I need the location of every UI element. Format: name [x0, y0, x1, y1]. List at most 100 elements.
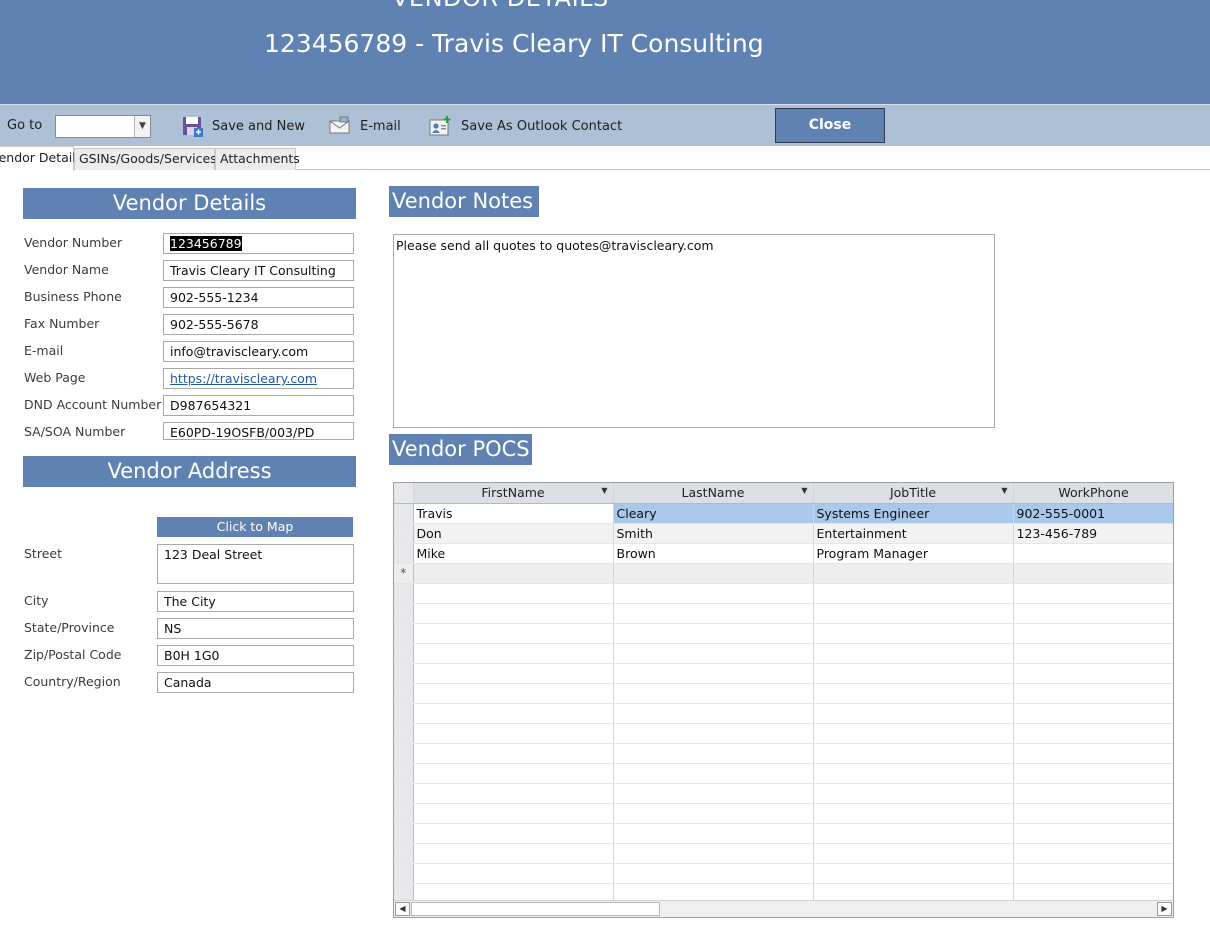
empty-cell: [613, 723, 814, 744]
empty-row: [394, 763, 1173, 784]
table-cell[interactable]: Don: [413, 523, 614, 544]
scroll-left-icon[interactable]: ◀: [395, 902, 410, 916]
table-cell[interactable]: 123-456-789: [1013, 523, 1173, 544]
vendor-details-heading: Vendor Details: [23, 188, 356, 219]
table-cell[interactable]: Entertainment: [813, 523, 1014, 544]
pocs-table: FirstName ▼ LastName ▼ JobTitle ▼ WorkPhone…: [394, 483, 1173, 901]
scrollbar-thumb[interactable]: [411, 902, 660, 916]
column-filter-icon[interactable]: ▼: [601, 486, 607, 495]
close-button[interactable]: Close: [775, 108, 885, 143]
table-cell[interactable]: Systems Engineer: [813, 503, 1014, 524]
row-selector-empty: [394, 623, 414, 644]
table-cell[interactable]: [1013, 543, 1173, 564]
fax-number-field[interactable]: 902-555-5678: [163, 314, 354, 335]
vendor-number-field[interactable]: 123456789: [163, 233, 354, 254]
tab-attachments[interactable]: Attachments: [215, 148, 300, 170]
scroll-right-icon[interactable]: ▶: [1157, 902, 1172, 916]
dnd-account-number-field[interactable]: D987654321: [163, 395, 354, 416]
empty-cell: [413, 843, 614, 864]
column-filter-icon[interactable]: ▼: [801, 486, 807, 495]
empty-cell: [613, 763, 814, 784]
empty-cell: [813, 763, 1014, 784]
empty-cell: [1013, 783, 1173, 804]
empty-row: [394, 783, 1173, 804]
email-icon: [329, 116, 350, 134]
click-to-map-button[interactable]: Click to Map: [157, 517, 353, 537]
table-row[interactable]: Don Smith Entertainment 123-456-789: [394, 523, 1173, 544]
empty-cell: [613, 863, 814, 884]
empty-cell: [1013, 763, 1173, 784]
empty-cell: [813, 663, 1014, 684]
empty-cell: [813, 603, 1014, 624]
state-province-field[interactable]: NS: [157, 618, 354, 639]
table-cell[interactable]: 902-555-0001: [1013, 503, 1173, 524]
empty-cell: [1013, 883, 1173, 901]
table-cell[interactable]: [413, 563, 614, 584]
city-field[interactable]: The City: [157, 591, 354, 612]
empty-cell: [1013, 663, 1173, 684]
row-selector-empty: [394, 843, 414, 864]
table-cell[interactable]: [613, 563, 814, 584]
save-as-outlook-contact-label: Save As Outlook Contact: [461, 118, 623, 134]
horizontal-scrollbar[interactable]: ◀ ▶: [394, 900, 1173, 917]
email-button[interactable]: E-mail: [328, 115, 401, 137]
tab-gsins-goods-services[interactable]: GSINs/Goods/Services: [74, 148, 217, 170]
country-region-field[interactable]: Canada: [157, 672, 354, 693]
empty-cell: [413, 863, 614, 884]
empty-row: [394, 663, 1173, 684]
column-filter-icon[interactable]: ▼: [1001, 486, 1007, 495]
row-selector-empty: [394, 763, 414, 784]
table-row[interactable]: Mike Brown Program Manager: [394, 543, 1173, 564]
save-as-outlook-contact-button[interactable]: Save As Outlook Contact: [429, 115, 622, 137]
table-row[interactable]: Travis Cleary Systems Engineer 902-555-0…: [394, 503, 1173, 524]
table-cell[interactable]: Travis: [413, 503, 614, 524]
new-record-marker[interactable]: *: [394, 563, 414, 584]
empty-cell: [413, 603, 614, 624]
column-header-firstname[interactable]: FirstName ▼: [413, 483, 614, 504]
form-subtitle: 123456789 - Travis Cleary IT Consulting: [264, 29, 764, 58]
fax-number-label: Fax Number: [24, 316, 100, 331]
street-field[interactable]: 123 Deal Street: [157, 544, 354, 584]
vendor-address-heading: Vendor Address: [23, 456, 356, 487]
web-page-link[interactable]: https://traviscleary.com: [170, 371, 317, 386]
empty-cell: [613, 823, 814, 844]
column-header-workphone[interactable]: WorkPhone: [1013, 483, 1173, 504]
email-label: E-mail: [360, 118, 401, 134]
table-cell[interactable]: Smith: [613, 523, 814, 544]
table-cell[interactable]: Program Manager: [813, 543, 1014, 564]
table-cell[interactable]: [813, 563, 1014, 584]
table-cell[interactable]: Cleary: [613, 503, 814, 524]
email-field-label: E-mail: [24, 343, 64, 358]
column-header-lastname[interactable]: LastName ▼: [613, 483, 814, 504]
select-all-corner[interactable]: [394, 483, 414, 504]
state-province-label: State/Province: [24, 620, 115, 635]
save-and-new-button[interactable]: Save and New: [182, 115, 305, 137]
toolbar: Go to ▼ Save and New E-mail Save As Outl…: [0, 104, 1210, 146]
empty-cell: [813, 883, 1014, 901]
web-page-field[interactable]: https://traviscleary.com: [163, 368, 354, 389]
new-record-row[interactable]: *: [394, 563, 1173, 584]
vendor-pocs-datasheet[interactable]: FirstName ▼ LastName ▼ JobTitle ▼ WorkPhone…: [393, 482, 1174, 918]
empty-row: [394, 823, 1173, 844]
row-selector[interactable]: [394, 543, 414, 564]
column-header-jobtitle[interactable]: JobTitle ▼: [813, 483, 1014, 504]
goto-label: Go to: [7, 118, 43, 133]
empty-cell: [1013, 803, 1173, 824]
row-selector[interactable]: [394, 503, 414, 524]
row-selector[interactable]: [394, 523, 414, 544]
dropdown-arrow-icon[interactable]: ▼: [134, 116, 150, 137]
business-phone-field[interactable]: 902-555-1234: [163, 287, 354, 308]
vendor-name-field[interactable]: Travis Cleary IT Consulting: [163, 260, 354, 281]
sa-soa-number-field[interactable]: E60PD-19OSFB/003/PD: [163, 422, 354, 440]
column-header-label: LastName: [681, 485, 745, 501]
empty-row: [394, 703, 1173, 724]
table-cell[interactable]: [1013, 563, 1173, 584]
vendor-notes-textarea[interactable]: Please send all quotes to quotes@travisc…: [393, 234, 995, 428]
goto-combobox[interactable]: ▼: [55, 115, 151, 138]
empty-cell: [813, 703, 1014, 724]
tab-vendor-details[interactable]: Vendor Details: [0, 146, 82, 171]
email-field[interactable]: info@traviscleary.com: [163, 341, 354, 362]
table-cell[interactable]: Mike: [413, 543, 614, 564]
table-cell[interactable]: Brown: [613, 543, 814, 564]
zip-postal-code-field[interactable]: B0H 1G0: [157, 645, 354, 666]
